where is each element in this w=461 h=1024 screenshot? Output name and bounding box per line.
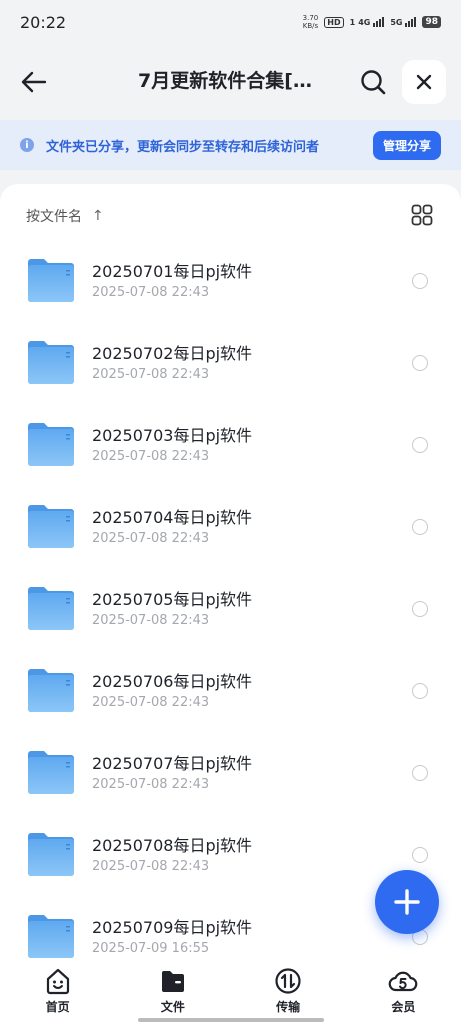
file-row[interactable]: 20250703每日pj软件 2025-07-08 22:43 — [0, 404, 461, 486]
file-name: 20250708每日pj软件 — [92, 836, 253, 855]
tab-label: 首页 — [45, 1000, 70, 1014]
search-icon — [361, 70, 386, 95]
folder-icon — [28, 587, 74, 630]
folder-icon — [161, 971, 184, 992]
select-checkbox[interactable] — [412, 355, 428, 371]
close-icon — [416, 74, 432, 90]
sort-label: 按文件名 — [26, 209, 82, 225]
select-checkbox[interactable] — [412, 437, 428, 453]
tab-label: 文件 — [160, 1000, 185, 1014]
file-date: 2025-07-08 22:43 — [92, 859, 210, 874]
file-row[interactable]: 20250702每日pj软件 2025-07-08 22:43 — [0, 322, 461, 404]
sort-control[interactable]: 按文件名 ↑ — [26, 206, 104, 226]
nav-bar: 7月更新软件合集[… — [0, 52, 461, 110]
file-row[interactable]: 20250707每日pj软件 2025-07-08 22:43 — [0, 732, 461, 814]
add-button[interactable] — [375, 870, 439, 934]
close-button[interactable] — [402, 60, 446, 104]
signal-icon — [405, 17, 417, 27]
view-toggle-button[interactable] — [411, 204, 433, 226]
arrow-left-icon — [21, 71, 47, 93]
folder-icon — [28, 505, 74, 548]
folder-icon — [28, 915, 74, 958]
bottom-tab-bar: 首页 文件 传输 会员 — [0, 960, 461, 1024]
sim-slot-label: 1 — [349, 17, 356, 27]
tab-label: 传输 — [276, 1000, 301, 1014]
file-name: 20250705每日pj软件 — [92, 590, 253, 609]
file-row[interactable]: 20250704每日pj软件 2025-07-08 22:43 — [0, 486, 461, 568]
folder-icon — [28, 751, 74, 794]
select-checkbox[interactable] — [412, 765, 428, 781]
status-icons: 3.70 KB/s HD 1 4G 5G 98 — [303, 14, 441, 30]
file-name: 20250703每日pj软件 — [92, 426, 253, 445]
select-checkbox[interactable] — [412, 847, 428, 863]
search-button[interactable] — [355, 64, 391, 100]
file-name: 20250701每日pj软件 — [92, 262, 253, 281]
speed-value: 3.70 — [302, 14, 319, 22]
file-date: 2025-07-08 22:43 — [92, 367, 210, 382]
share-banner: i 文件夹已分享，更新会同步至转存和后续访问者 管理分享 — [0, 120, 461, 170]
file-name: 20250707每日pj软件 — [92, 754, 253, 773]
plus-icon — [394, 889, 420, 915]
folder-icon — [28, 833, 74, 876]
file-name: 20250702每日pj软件 — [92, 344, 253, 363]
select-checkbox[interactable] — [412, 273, 428, 289]
back-button[interactable] — [16, 64, 52, 100]
file-date: 2025-07-09 16:55 — [92, 941, 210, 956]
file-date: 2025-07-08 22:43 — [92, 285, 210, 300]
tab-label: 会员 — [391, 1000, 416, 1014]
status-time: 20:22 — [20, 12, 67, 32]
home-smile-icon — [46, 968, 69, 995]
battery-icon: 98 — [422, 16, 441, 28]
file-name: 20250706每日pj软件 — [92, 672, 253, 691]
network-speed: 3.70 KB/s — [303, 14, 319, 30]
home-indicator[interactable] — [138, 1018, 324, 1022]
file-date: 2025-07-08 22:43 — [92, 695, 210, 710]
network-4g-label: 4G — [358, 17, 371, 27]
select-checkbox[interactable] — [412, 683, 428, 699]
network-5g-label: 5G — [390, 17, 403, 27]
tab-files[interactable]: 文件 — [115, 960, 230, 1024]
vip-cloud-icon — [389, 971, 418, 992]
file-row[interactable]: 20250706每日pj软件 2025-07-08 22:43 — [0, 650, 461, 732]
file-name: 20250704每日pj软件 — [92, 508, 253, 527]
manage-share-button[interactable]: 管理分享 — [372, 130, 441, 160]
file-list-panel: 按文件名 ↑ 20250701每日pj软件 2025-07-08 22:43 202… — [0, 184, 461, 964]
tab-vip[interactable]: 会员 — [346, 960, 461, 1024]
file-name: 20250709每日pj软件 — [92, 918, 253, 937]
file-date: 2025-07-08 22:43 — [92, 449, 210, 464]
file-row[interactable]: 20250705每日pj软件 2025-07-08 22:43 — [0, 568, 461, 650]
tab-home[interactable]: 首页 — [0, 960, 115, 1024]
select-checkbox[interactable] — [412, 519, 428, 535]
select-checkbox[interactable] — [412, 601, 428, 617]
speed-unit: KB/s — [302, 22, 319, 30]
folder-icon — [28, 259, 74, 302]
file-date: 2025-07-08 22:43 — [92, 777, 210, 792]
page-title: 7月更新软件合集[… — [138, 70, 312, 92]
file-date: 2025-07-08 22:43 — [92, 613, 210, 628]
file-list: 20250701每日pj软件 2025-07-08 22:43 20250702每日… — [0, 240, 461, 964]
info-icon: i — [20, 138, 34, 152]
file-date: 2025-07-08 22:43 — [92, 531, 210, 546]
folder-icon — [28, 341, 74, 384]
tab-transfer[interactable]: 传输 — [231, 960, 346, 1024]
file-row[interactable]: 20250701每日pj软件 2025-07-08 22:43 — [0, 240, 461, 322]
folder-icon — [28, 423, 74, 466]
folder-icon — [28, 669, 74, 712]
status-bar: 20:22 3.70 KB/s HD 1 4G 5G 98 — [0, 0, 461, 44]
signal-icon — [373, 17, 385, 27]
share-notice-text: 文件夹已分享，更新会同步至转存和后续访问者 — [46, 139, 320, 155]
grid-view-icon — [411, 204, 433, 226]
arrow-up-icon: ↑ — [92, 208, 104, 224]
transfer-icon — [275, 968, 301, 994]
hd-icon: HD — [324, 16, 344, 28]
